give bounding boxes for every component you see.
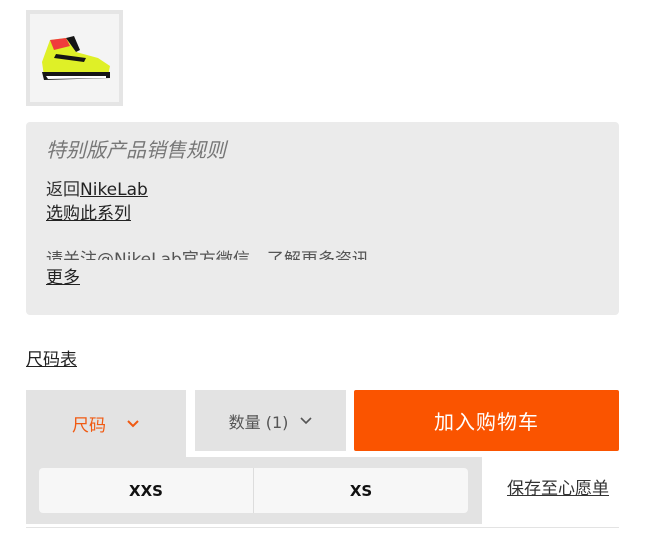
add-to-cart-button[interactable]: 加入购物车 [354,390,619,451]
shop-series-link[interactable]: 选购此系列 [46,204,131,224]
back-line: 返回NikeLab [46,178,599,202]
size-selector-label: 尺码 [72,416,106,436]
rules-title: 特别版产品销售规则 [46,138,226,162]
size-option-xxs[interactable]: XXS [39,468,253,513]
quantity-selector[interactable]: 数量 (1) [195,390,346,451]
nikelab-link[interactable]: NikeLab [80,180,148,200]
size-chart-link[interactable]: 尺码表 [26,345,77,370]
more-link[interactable]: 更多 [46,268,80,288]
special-edition-rules: 特别版产品销售规则 返回NikeLab 选购此系列 请关注@NikeLab官方微… [26,122,619,315]
save-to-wishlist-link[interactable]: 保存至心愿单 [507,474,609,499]
follow-text: 请关注@NikeLab官方微信，了解更多资讯 [46,250,369,260]
sneaker-icon [42,36,110,80]
size-selector[interactable]: 尺码 [26,390,186,457]
chevron-down-icon [127,419,139,427]
quantity-label: 数量 (1) [228,412,289,432]
chevron-down-icon [300,416,312,424]
divider [26,527,619,528]
size-option-xs[interactable]: XS [253,468,468,513]
back-prefix: 返回 [46,180,80,200]
product-thumbnail[interactable] [26,10,123,106]
size-options: XXS XS [39,468,468,513]
follow-text-clip: 请关注@NikeLab官方微信，了解更多资讯 [46,248,599,260]
